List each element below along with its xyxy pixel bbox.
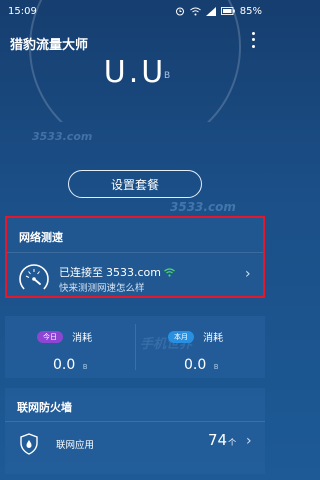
networked-apps-label: 联网应用 [56,440,95,451]
usage-unit: B [164,71,171,81]
chevron-right-icon: › [246,433,252,449]
connection-status: 已连接至 3533.com [59,264,175,280]
more-dot-icon [251,45,255,49]
speed-test-subtitle: 快来测测网速怎么样 [59,283,145,294]
speedometer-icon [19,264,49,294]
more-dot-icon [251,31,255,35]
usage-value: U.U [103,55,167,90]
networked-apps-count: 74个 [208,431,236,449]
wifi-connected-icon [164,267,175,277]
today-value-row: 0.0 B [53,357,157,373]
today-consume-label: 消耗 [72,333,93,344]
speed-test-card[interactable]: 网络测速 已连接至 3533.com 快来测测网速怎么样 › [5,216,265,298]
divider [135,324,136,370]
firewall-title: 联网防火墙 [17,401,72,414]
today-value: 0.0 [53,357,76,373]
month-tag: 本月 [168,330,194,343]
more-menu-button[interactable] [248,30,258,50]
watermark-text: 3533.com [32,130,93,143]
network-name: 3533.com [106,265,161,279]
month-value-row: 0.0 B [184,357,288,373]
setup-plan-button[interactable]: 设置套餐 [68,170,202,198]
firewall-shield-icon [20,433,38,455]
connected-label: 已连接至 [59,266,103,279]
month-consumption[interactable]: 本月 消耗 0.0 B [168,326,288,373]
consumption-card: 今日 消耗 0.0 B 本月 消耗 0.0 B [5,316,265,378]
divider [5,421,265,422]
today-consumption[interactable]: 今日 消耗 0.0 B [37,326,157,373]
divider [7,252,263,253]
more-dot-icon [251,38,255,42]
chevron-right-icon: › [245,266,251,282]
app-title: 猎豹流量大师 [10,38,89,53]
speed-test-title: 网络测速 [19,231,63,244]
month-consume-label: 消耗 [203,333,224,344]
month-value: 0.0 [184,357,207,373]
app-count-value: 74 [208,431,228,449]
app-count-unit: 个 [228,438,237,447]
watermark-text: 3533.com [170,200,236,214]
today-unit: B [82,363,88,371]
today-tag: 今日 [37,330,63,343]
month-unit: B [213,363,219,371]
firewall-card: 联网防火墙 联网应用 74个 › [5,388,265,474]
